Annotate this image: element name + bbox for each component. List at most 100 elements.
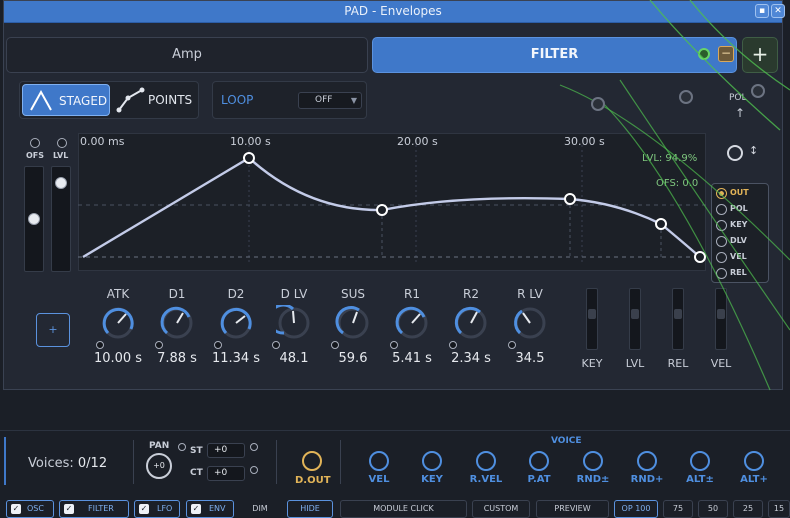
target-dlv[interactable]: DLV <box>716 235 747 247</box>
knob-d1-mod-dot[interactable] <box>155 341 163 349</box>
voice-knob-key[interactable] <box>422 451 442 471</box>
opacity-50-button[interactable]: 50 <box>698 500 728 518</box>
tab-amp[interactable]: Amp <box>6 37 368 73</box>
knob-atk-mod-dot[interactable] <box>96 341 104 349</box>
knob-r1-mod-dot[interactable] <box>390 341 398 349</box>
knob-dlv-dial[interactable] <box>276 305 312 341</box>
envelope-node-attack[interactable] <box>243 152 255 164</box>
target-key[interactable]: KEY <box>716 219 747 231</box>
knob-d1-dial[interactable] <box>159 305 195 341</box>
dim-button[interactable]: DIM <box>238 500 282 518</box>
knob-sus[interactable]: SUS 59.6 <box>325 287 381 369</box>
voice-knob-rvel[interactable] <box>476 451 496 471</box>
lvl-slider-knob[interactable] <box>55 177 67 189</box>
window-title: PAD - Envelopes <box>344 4 442 18</box>
target-out[interactable]: OUT <box>716 187 749 199</box>
opacity-25-button[interactable]: 25 <box>733 500 763 518</box>
points-mode-button[interactable]: POINTS <box>112 84 198 116</box>
dout-knob[interactable] <box>302 451 322 471</box>
voice-knob-rnd-bipolar[interactable] <box>583 451 603 471</box>
voice-knob-alt-bipolar[interactable] <box>690 451 710 471</box>
rel-slider-thumb[interactable] <box>674 309 682 319</box>
knob-atk[interactable]: ATK 10.00 s <box>90 287 146 369</box>
polarity-arrow-icon[interactable]: ↑ <box>735 106 745 120</box>
ofs-slider-knob[interactable] <box>28 213 40 225</box>
custom-button[interactable]: CUSTOM <box>472 500 530 518</box>
filter-enabled-indicator[interactable] <box>698 48 710 60</box>
title-bar[interactable]: PAD - Envelopes ▪ ✕ <box>4 1 785 23</box>
hide-button[interactable]: HIDE <box>287 500 333 518</box>
opacity-15-button[interactable]: 15 <box>768 500 790 518</box>
add-envelope-button[interactable]: + <box>742 37 778 73</box>
window-menu-icon[interactable]: ▪ <box>755 4 769 18</box>
module-click-button[interactable]: MODULE CLICK <box>340 500 467 518</box>
knob-d1[interactable]: D1 7.88 s <box>149 287 205 369</box>
close-icon[interactable]: ✕ <box>771 4 785 18</box>
target-vel[interactable]: VEL <box>716 251 747 263</box>
voice-knob-rnd-unipolar-label: RND+ <box>630 474 664 485</box>
semitone-field[interactable]: +0 <box>207 443 245 458</box>
knob-rlv-mod-dot[interactable] <box>508 341 516 349</box>
knob-r2-mod-dot[interactable] <box>449 341 457 349</box>
lvl-mod-dot[interactable] <box>57 138 67 148</box>
voice-knob-pat[interactable] <box>529 451 549 471</box>
voice-knob-rnd-unipolar[interactable] <box>637 451 657 471</box>
knob-sus-mod-dot[interactable] <box>331 341 339 349</box>
ct-mod-dot[interactable] <box>250 466 258 474</box>
envelope-node-release2[interactable] <box>694 251 706 263</box>
knob-sus-dial[interactable] <box>335 305 371 341</box>
voice-knob-vel[interactable] <box>369 451 389 471</box>
toggle-osc[interactable]: ✓ OSC <box>6 500 54 518</box>
vel-slider-thumb[interactable] <box>717 309 725 319</box>
knob-dlv-mod-dot[interactable] <box>272 341 280 349</box>
key-slider-thumb[interactable] <box>588 309 596 319</box>
toggle-filter[interactable]: ✓ FILTER <box>59 500 129 518</box>
zoom-arrows-icon[interactable]: ↕ <box>749 144 758 157</box>
knob-r2-dial[interactable] <box>453 305 489 341</box>
level-readout: LVL: 94.9% <box>642 153 698 164</box>
voice-knob-rvel-label: R.VEL <box>469 474 503 485</box>
envelope-node-release1[interactable] <box>655 218 667 230</box>
lvl-mod-slider[interactable] <box>629 288 641 350</box>
st-mod-dot[interactable] <box>250 443 258 451</box>
pan-mod-dot[interactable] <box>178 443 186 451</box>
knob-atk-dial[interactable] <box>100 305 136 341</box>
knob-dlv[interactable]: D LV 48.1 <box>266 287 322 369</box>
points-label: POINTS <box>148 93 193 107</box>
tab-filter[interactable]: FILTER <box>372 37 737 73</box>
vel-slider[interactable] <box>715 288 727 350</box>
pan-knob[interactable]: +0 <box>146 453 172 479</box>
knob-r1-dial[interactable] <box>394 305 430 341</box>
knob-d2[interactable]: D2 11.34 s <box>208 287 264 369</box>
loop-select[interactable]: OFF ▼ <box>298 92 362 109</box>
target-pol[interactable]: POL <box>716 203 748 215</box>
staged-mode-button[interactable]: STAGED <box>22 84 110 116</box>
ofs-mod-dot[interactable] <box>30 138 40 148</box>
zoom-icon[interactable] <box>727 145 743 161</box>
envelope-node-decay2[interactable] <box>564 193 576 205</box>
cent-field[interactable]: +0 <box>207 466 245 481</box>
knob-d2-mod-dot[interactable] <box>214 341 222 349</box>
target-rel[interactable]: REL <box>716 267 747 279</box>
knob-r2[interactable]: R2 2.34 s <box>443 287 499 369</box>
toggle-lfo[interactable]: ✓ LFO <box>134 500 180 518</box>
knob-d2-dial[interactable] <box>218 305 254 341</box>
knob-rlv[interactable]: R LV 34.5 <box>502 287 558 369</box>
opacity-75-button[interactable]: 75 <box>663 500 693 518</box>
preview-button[interactable]: PREVIEW <box>536 500 609 518</box>
ofs-slider[interactable] <box>24 166 44 272</box>
rel-slider[interactable] <box>672 288 684 350</box>
add-stage-button[interactable]: + <box>36 313 70 347</box>
knob-r1[interactable]: R1 5.41 s <box>384 287 440 369</box>
toggle-env[interactable]: ✓ ENV <box>186 500 234 518</box>
lvl-slider-label: LVL <box>625 357 645 370</box>
voice-knob-alt-unipolar[interactable] <box>744 451 764 471</box>
opacity-100-button[interactable]: OP 100 <box>614 500 658 518</box>
lvl-mod-slider-thumb[interactable] <box>631 309 639 319</box>
envelope-node-decay1[interactable] <box>376 204 388 216</box>
lvl-slider[interactable] <box>51 166 71 272</box>
knob-rlv-dial[interactable] <box>512 305 548 341</box>
remove-envelope-button[interactable]: − <box>718 46 734 62</box>
key-slider[interactable] <box>586 288 598 350</box>
envelope-graph[interactable] <box>78 133 706 271</box>
